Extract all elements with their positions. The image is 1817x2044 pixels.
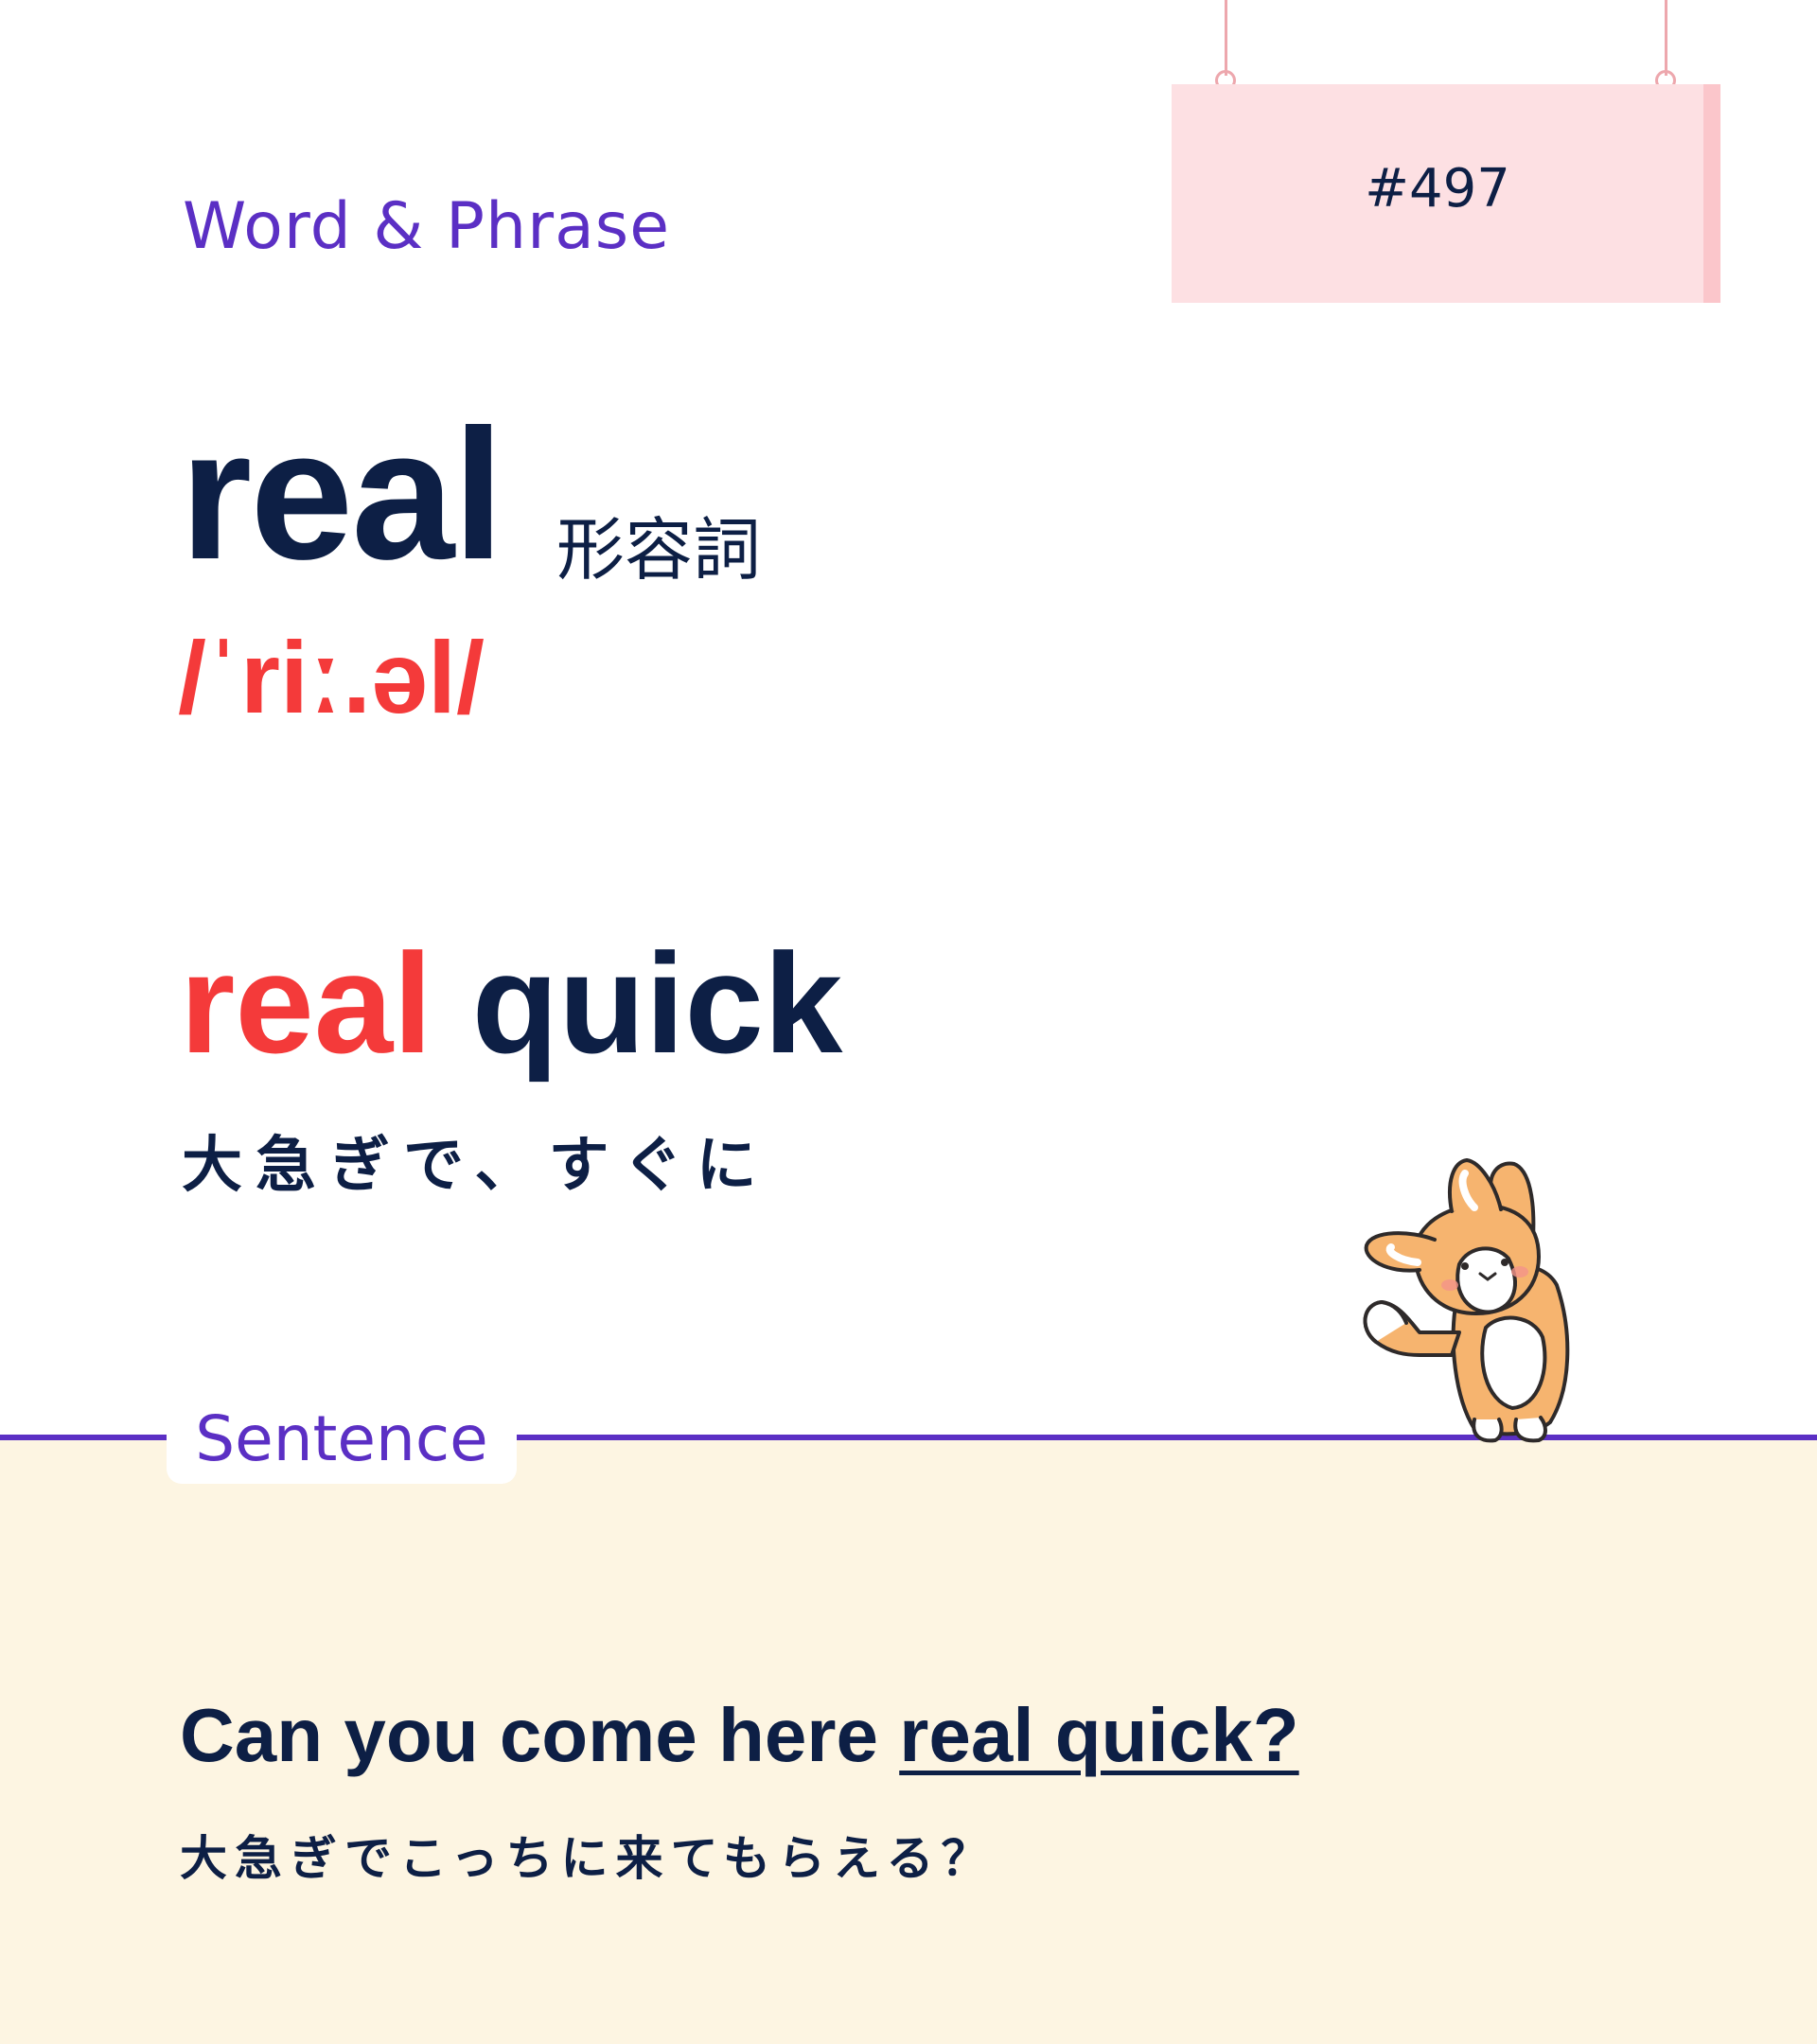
phrase-rest: quick — [471, 924, 843, 1083]
sign-string-left — [1225, 0, 1227, 76]
example-sentence-highlight: real quick? — [899, 1693, 1299, 1777]
example-sentence-prefix: Can you come here — [180, 1693, 900, 1777]
example-sentence: Can you come here real quick? — [180, 1692, 1299, 1779]
corgi-mascot-icon — [1363, 1158, 1570, 1443]
phrase-highlight: real — [180, 924, 432, 1083]
sign-edge — [1703, 84, 1720, 303]
category-label: Word & Phrase — [183, 189, 671, 264]
entry-number-sign: #497 — [1172, 84, 1720, 303]
part-of-speech: 形容詞 — [556, 510, 762, 590]
section-label: Sentence — [195, 1402, 488, 1475]
example-translation: 大急ぎでこっちに来てもらえる？ — [180, 1831, 997, 1886]
pronunciation: /ˈriː.əl/ — [178, 620, 485, 734]
sign-string-right — [1665, 0, 1667, 76]
phrase: real quick — [180, 932, 842, 1074]
headword: real — [180, 391, 504, 598]
phrase-meaning: 大急ぎで、すぐに — [182, 1131, 770, 1201]
section-tab: Sentence — [167, 1391, 517, 1484]
entry-number: #497 — [1365, 158, 1510, 220]
